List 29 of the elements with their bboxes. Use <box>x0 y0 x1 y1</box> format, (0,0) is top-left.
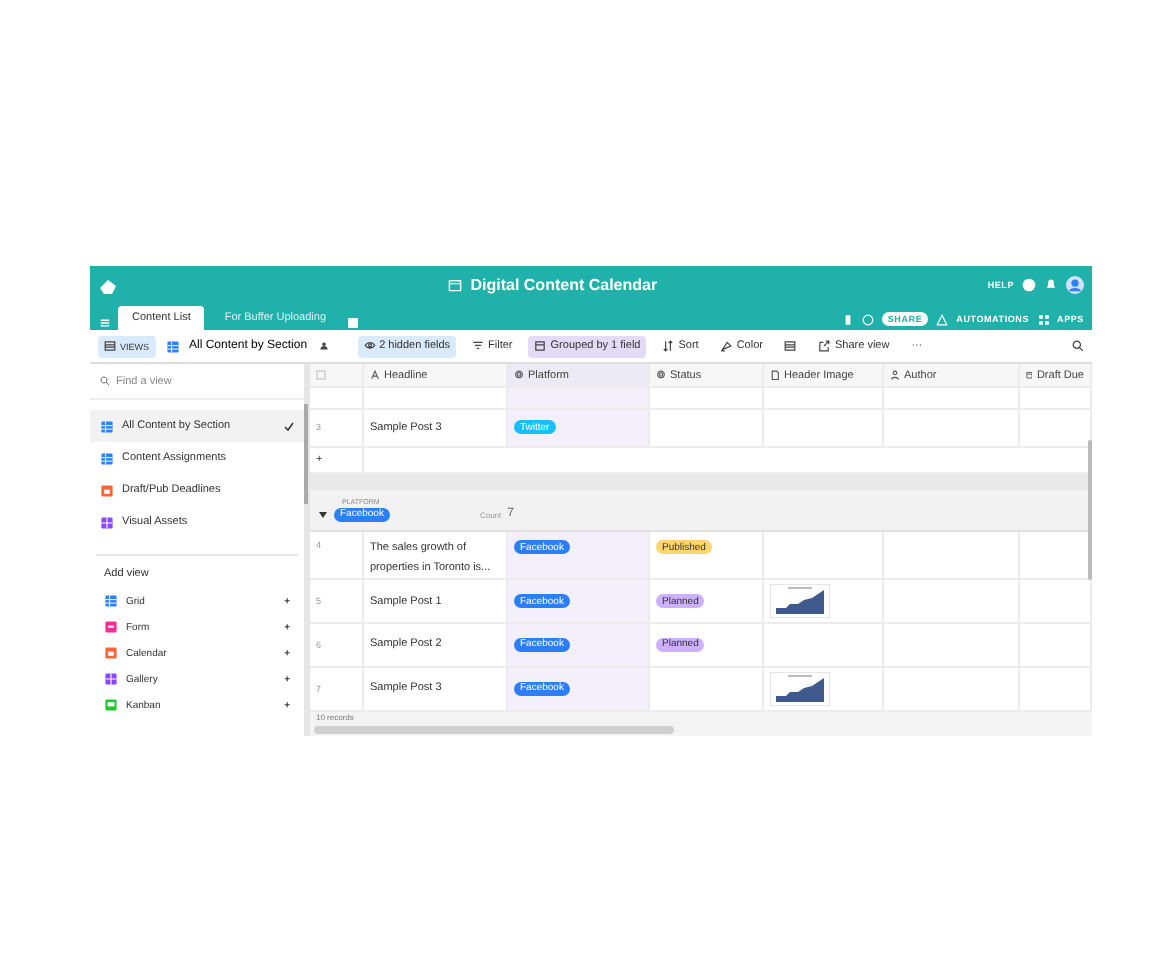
avatar-icon <box>1066 276 1085 294</box>
text-field-icon <box>370 370 380 381</box>
checkbox-icon <box>316 370 326 381</box>
attachment-field-icon <box>770 370 780 381</box>
date-field-icon <box>1026 370 1033 381</box>
hide-icon <box>363 340 376 352</box>
height-icon <box>104 340 116 352</box>
share-icon <box>818 340 831 352</box>
people-icon <box>317 340 330 352</box>
calendar-icon <box>448 278 463 292</box>
select-field-icon <box>514 370 524 381</box>
group-icon <box>534 340 547 352</box>
grid-view-icon <box>165 339 180 353</box>
collapse-caret-icon[interactable] <box>318 509 328 520</box>
scrollbar[interactable] <box>1088 440 1092 580</box>
height-icon <box>784 340 797 352</box>
color-icon <box>720 340 733 352</box>
filter-icon <box>472 340 485 352</box>
search-icon <box>100 376 110 386</box>
search-icon <box>1072 340 1084 352</box>
scrollbar[interactable] <box>314 726 674 734</box>
bell-icon <box>1044 278 1059 292</box>
sort-icon <box>662 340 675 352</box>
apps-icon <box>1037 313 1050 325</box>
check-icon <box>284 421 294 431</box>
scrollbar[interactable] <box>304 404 308 504</box>
user-field-icon <box>890 370 900 381</box>
logo-icon <box>98 275 118 295</box>
select-field-icon <box>656 370 666 381</box>
